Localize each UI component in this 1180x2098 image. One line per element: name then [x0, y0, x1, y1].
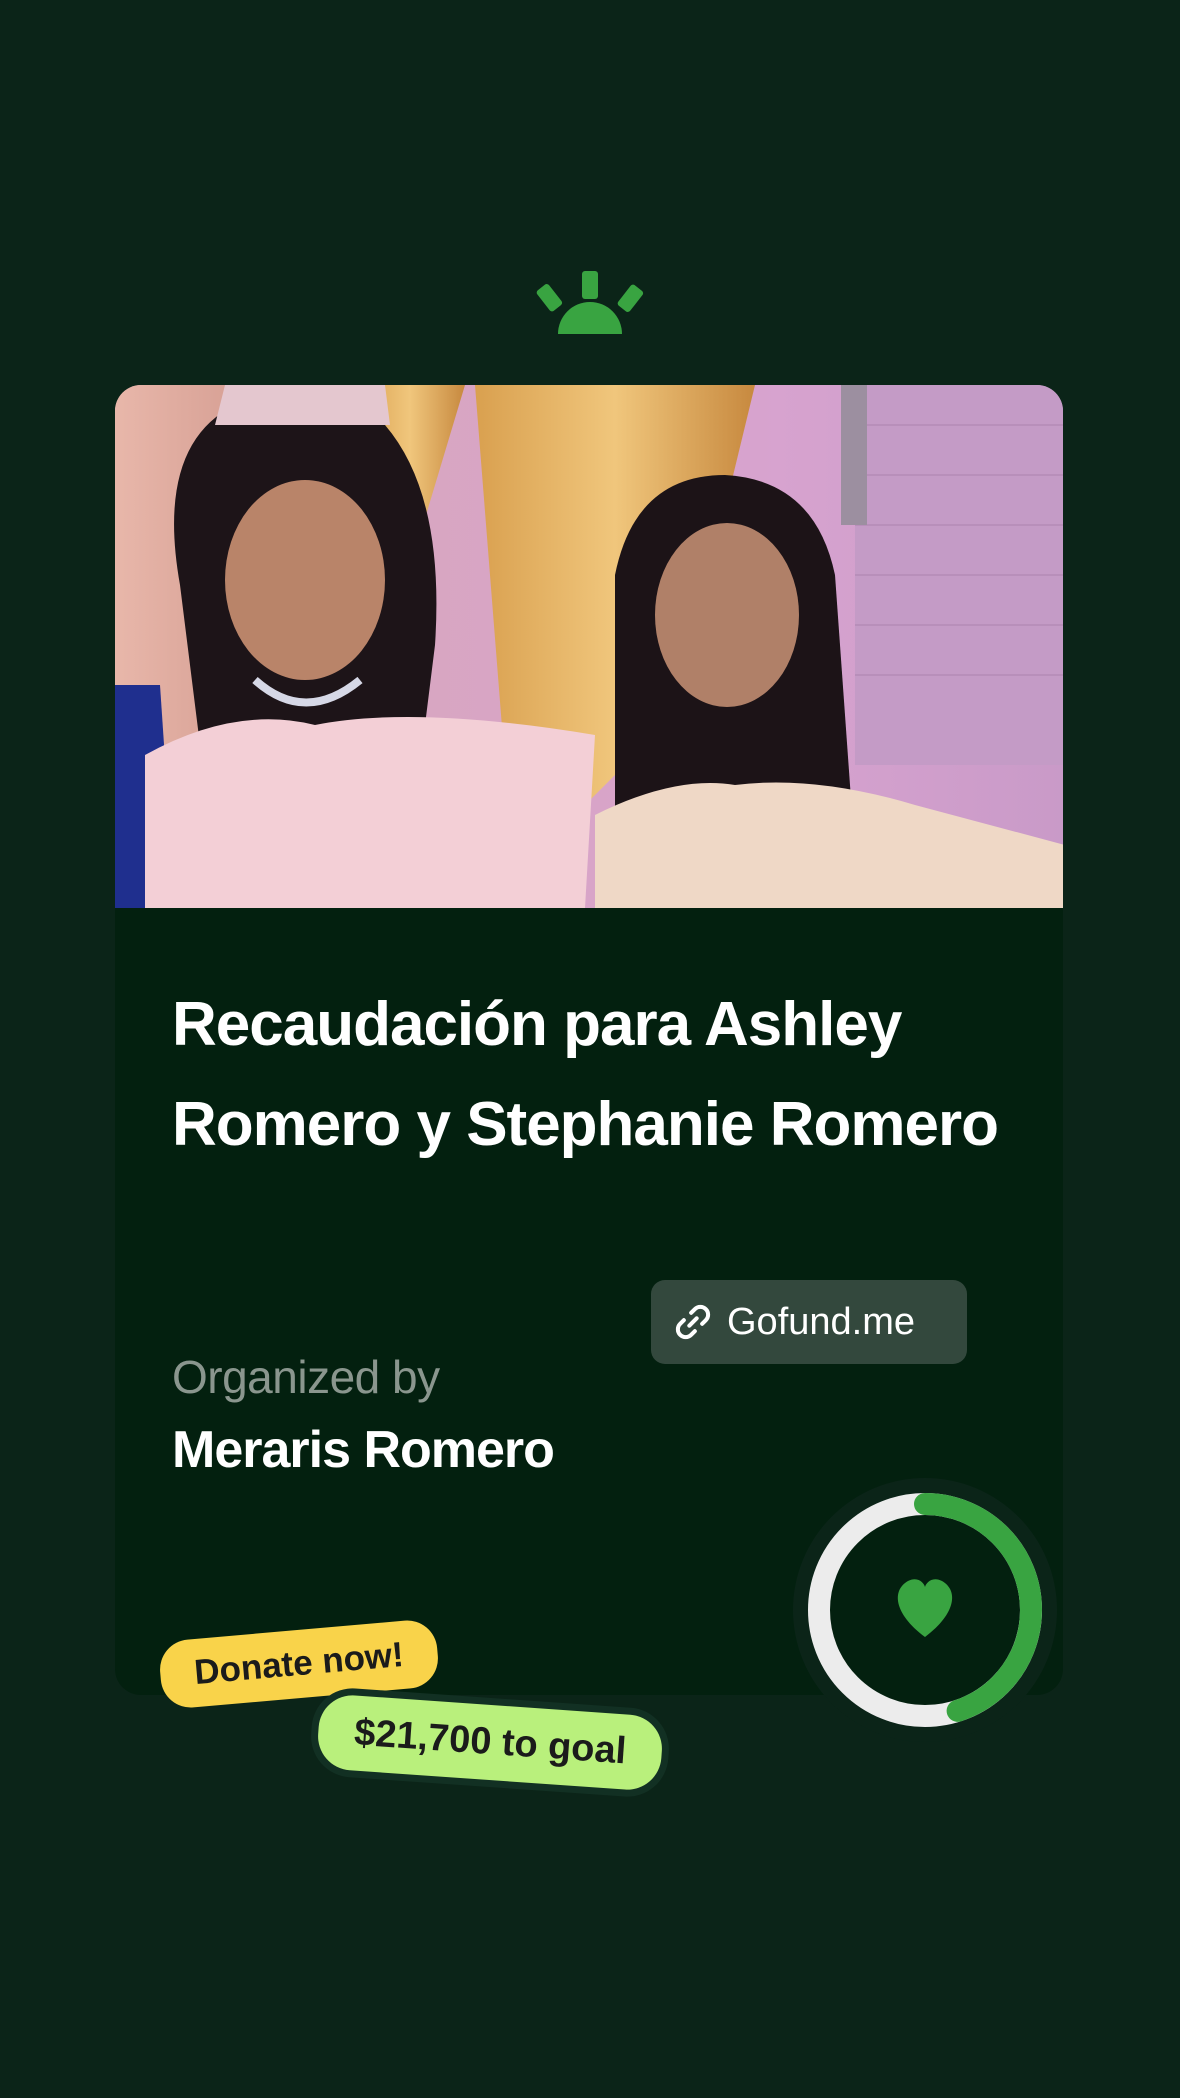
- progress-ring: [790, 1475, 1060, 1745]
- gofundme-logo-icon: [536, 271, 644, 334]
- gofundme-link-chip[interactable]: Gofund.me: [651, 1280, 967, 1364]
- link-icon: [675, 1304, 711, 1340]
- campaign-photo: [115, 385, 1063, 908]
- link-chip-label: Gofund.me: [727, 1300, 915, 1343]
- organized-by-label: Organized by: [172, 1351, 440, 1403]
- organizer-name: Meraris Romero: [172, 1421, 555, 1479]
- goal-remaining-sticker: $21,700 to goal: [315, 1693, 665, 1792]
- campaign-title: Recaudación para Ashley Romero y Stephan…: [172, 990, 999, 1159]
